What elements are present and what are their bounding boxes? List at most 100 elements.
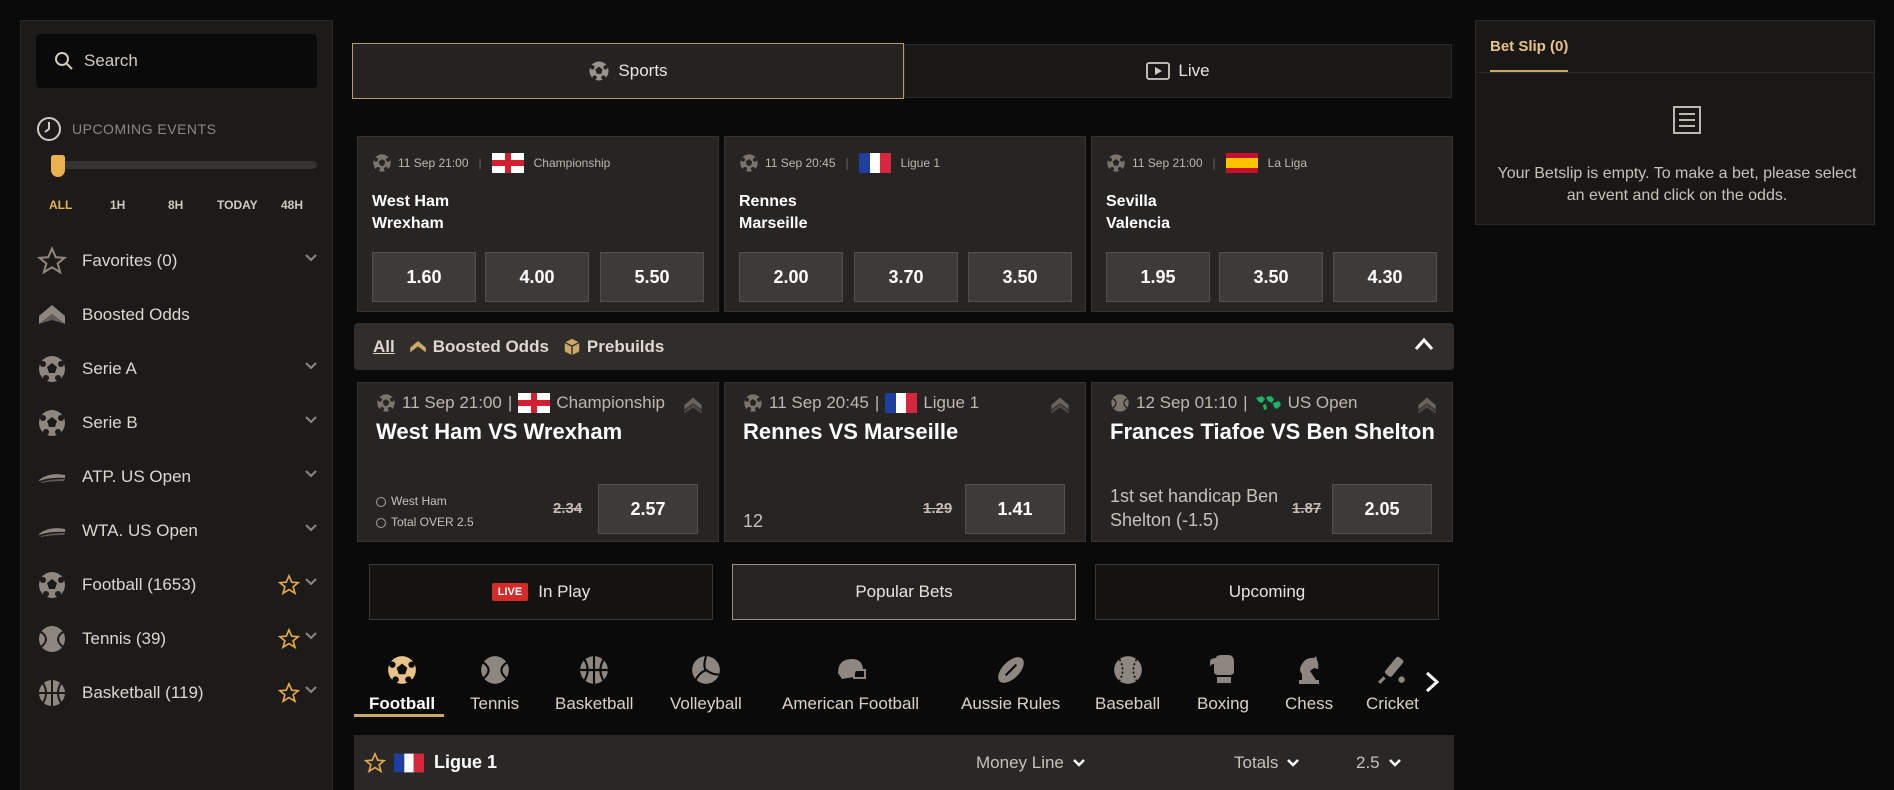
soccer-ball-icon [36,407,68,439]
filter-all[interactable]: All [373,337,395,357]
boost-icon [684,397,702,414]
sidebar-item-football[interactable]: Football (1653) [21,558,332,612]
sport-label: Chess [1285,694,1334,713]
favorite-star-icon[interactable] [278,682,300,704]
odds-button-draw[interactable]: 3.70 [854,252,958,302]
sidebar-item-tennis[interactable]: Tennis (39) [21,612,332,666]
odds-button-home[interactable]: 1.95 [1106,252,1210,302]
league-name: La Liga [1267,156,1308,170]
favorite-star-icon[interactable] [278,574,300,596]
odds-button-away[interactable]: 5.50 [600,252,704,302]
market-select-money-line[interactable]: Money Line [976,753,1086,773]
market-select-line[interactable]: 2.5 [1356,753,1402,773]
odds-button-away[interactable]: 3.50 [968,252,1072,302]
boosted-odds-button[interactable]: 1.41 [965,484,1065,534]
boost-icon [409,340,426,352]
sport-tab-tennis[interactable]: Tennis [470,654,519,714]
time-filter-8h[interactable]: 8H [168,198,183,212]
boosted-title: West Ham VS Wrexham [376,419,623,444]
sport-tab-american-football[interactable]: American Football [782,654,919,714]
boost-icon [1051,397,1069,414]
tab-in-play-label: In Play [538,582,591,601]
time-filter-1h[interactable]: 1H [110,198,125,212]
england-flag-icon [518,393,551,413]
chevron-down-icon [305,524,317,532]
sidebar-item-serie-b[interactable]: Serie B [21,396,332,450]
upcoming-events-label: UPCOMING EVENTS [72,121,217,137]
time-slider-track[interactable] [51,161,317,169]
odds-button-home[interactable]: 2.00 [739,252,843,302]
soccer-ball-icon [744,394,762,412]
sidebar-item-label: Boosted Odds [82,305,190,324]
sport-tab-cricket[interactable]: Cricket [1366,654,1419,714]
boosted-description: 12 [743,511,764,531]
sport-tab-boxing[interactable]: Boxing [1197,654,1249,714]
search-input[interactable]: Search [36,34,317,88]
filter-label: Boosted Odds [432,336,549,356]
tab-sports[interactable]: Sports [352,43,904,99]
sidebar-item-serie-a[interactable]: Serie A [21,342,332,396]
sidebar-item-label: Serie B [82,413,138,432]
selection-list: West Ham Total OVER 2.5 [376,491,474,533]
chevron-right-icon[interactable] [1424,670,1440,694]
match-datetime: 11 Sep 21:00 [398,156,469,170]
time-slider-handle[interactable] [51,155,65,177]
star-outline-icon[interactable] [364,751,386,774]
tennis-ball-icon [36,623,68,655]
sidebar-item-boosted-odds[interactable]: Boosted Odds [21,288,332,342]
live-badge: LIVE [491,583,529,601]
sport-tab-football[interactable]: Football [369,654,435,714]
sport-tab-basketball[interactable]: Basketball [555,654,633,714]
soccer-ball-icon [36,569,68,601]
boosted-title: Frances Tiafoe VS Ben Shelton [1110,419,1435,444]
filter-prebuilds[interactable]: Prebuilds [563,337,664,357]
boosted-description: Shelton (-1.5) [1110,510,1220,530]
time-filter-all[interactable]: ALL [49,198,72,212]
tab-in-play[interactable]: LIVE In Play [369,564,713,620]
sidebar-item-favorites[interactable]: Favorites (0) [21,234,332,288]
tennis-shoe-icon [36,461,68,493]
tab-popular-bets-label: Popular Bets [855,582,953,601]
home-team: Rennes [739,193,797,210]
soccer-ball-icon [740,154,758,172]
tab-live[interactable]: Live [904,44,1452,98]
sport-tab-aussie-rules[interactable]: Aussie Rules [961,654,1060,714]
sport-tab-volleyball[interactable]: Volleyball [670,654,742,714]
soccer-ball-icon [388,656,416,684]
odds-button-draw[interactable]: 4.00 [485,252,589,302]
sport-tab-baseball[interactable]: Baseball [1095,654,1160,714]
tab-live-label: Live [1178,61,1210,80]
time-filter-today[interactable]: TODAY [217,198,258,212]
boosted-odds-button[interactable]: 2.57 [598,484,698,534]
tab-popular-bets[interactable]: Popular Bets [732,564,1076,620]
sport-label: Aussie Rules [961,694,1061,713]
market-select-totals[interactable]: Totals [1234,753,1300,773]
bet-slip-tab[interactable]: Bet Slip (0) [1490,38,1568,55]
tennis-ball-icon [1111,394,1129,412]
chevron-down-icon [305,632,317,640]
match-datetime: 11 Sep 20:45 [765,156,836,170]
chevron-up-icon[interactable] [1414,337,1434,351]
favorite-star-icon[interactable] [278,628,300,650]
tab-upcoming[interactable]: Upcoming [1095,564,1439,620]
chevron-down-icon [1073,759,1085,767]
time-filter-48h[interactable]: 48H [281,198,303,212]
market-label: Money Line [976,753,1064,772]
boxing-glove-icon [1209,655,1234,683]
match-datetime: 11 Sep 20:45 [769,393,869,412]
upcoming-events-header: UPCOMING EVENTS [36,116,216,142]
league-name: Ligue 1 [900,156,941,170]
offers-filter-bar: All Boosted Odds Prebuilds [354,323,1454,370]
odds-button-home[interactable]: 1.60 [372,252,476,302]
league-name: Championship [556,393,665,412]
sidebar-item-label: Serie A [82,359,137,378]
old-odd: 2.34 [553,500,583,517]
filter-boosted-odds[interactable]: Boosted Odds [409,337,549,357]
boosted-odds-button[interactable]: 2.05 [1332,484,1432,534]
odds-button-away[interactable]: 4.30 [1333,252,1437,302]
sport-tab-chess[interactable]: Chess [1285,654,1333,714]
sidebar-item-atp-us-open[interactable]: ATP. US Open [21,450,332,504]
odds-button-draw[interactable]: 3.50 [1219,252,1323,302]
sidebar-item-basketball[interactable]: Basketball (119) [21,666,332,720]
sidebar-item-wta-us-open[interactable]: WTA. US Open [21,504,332,558]
